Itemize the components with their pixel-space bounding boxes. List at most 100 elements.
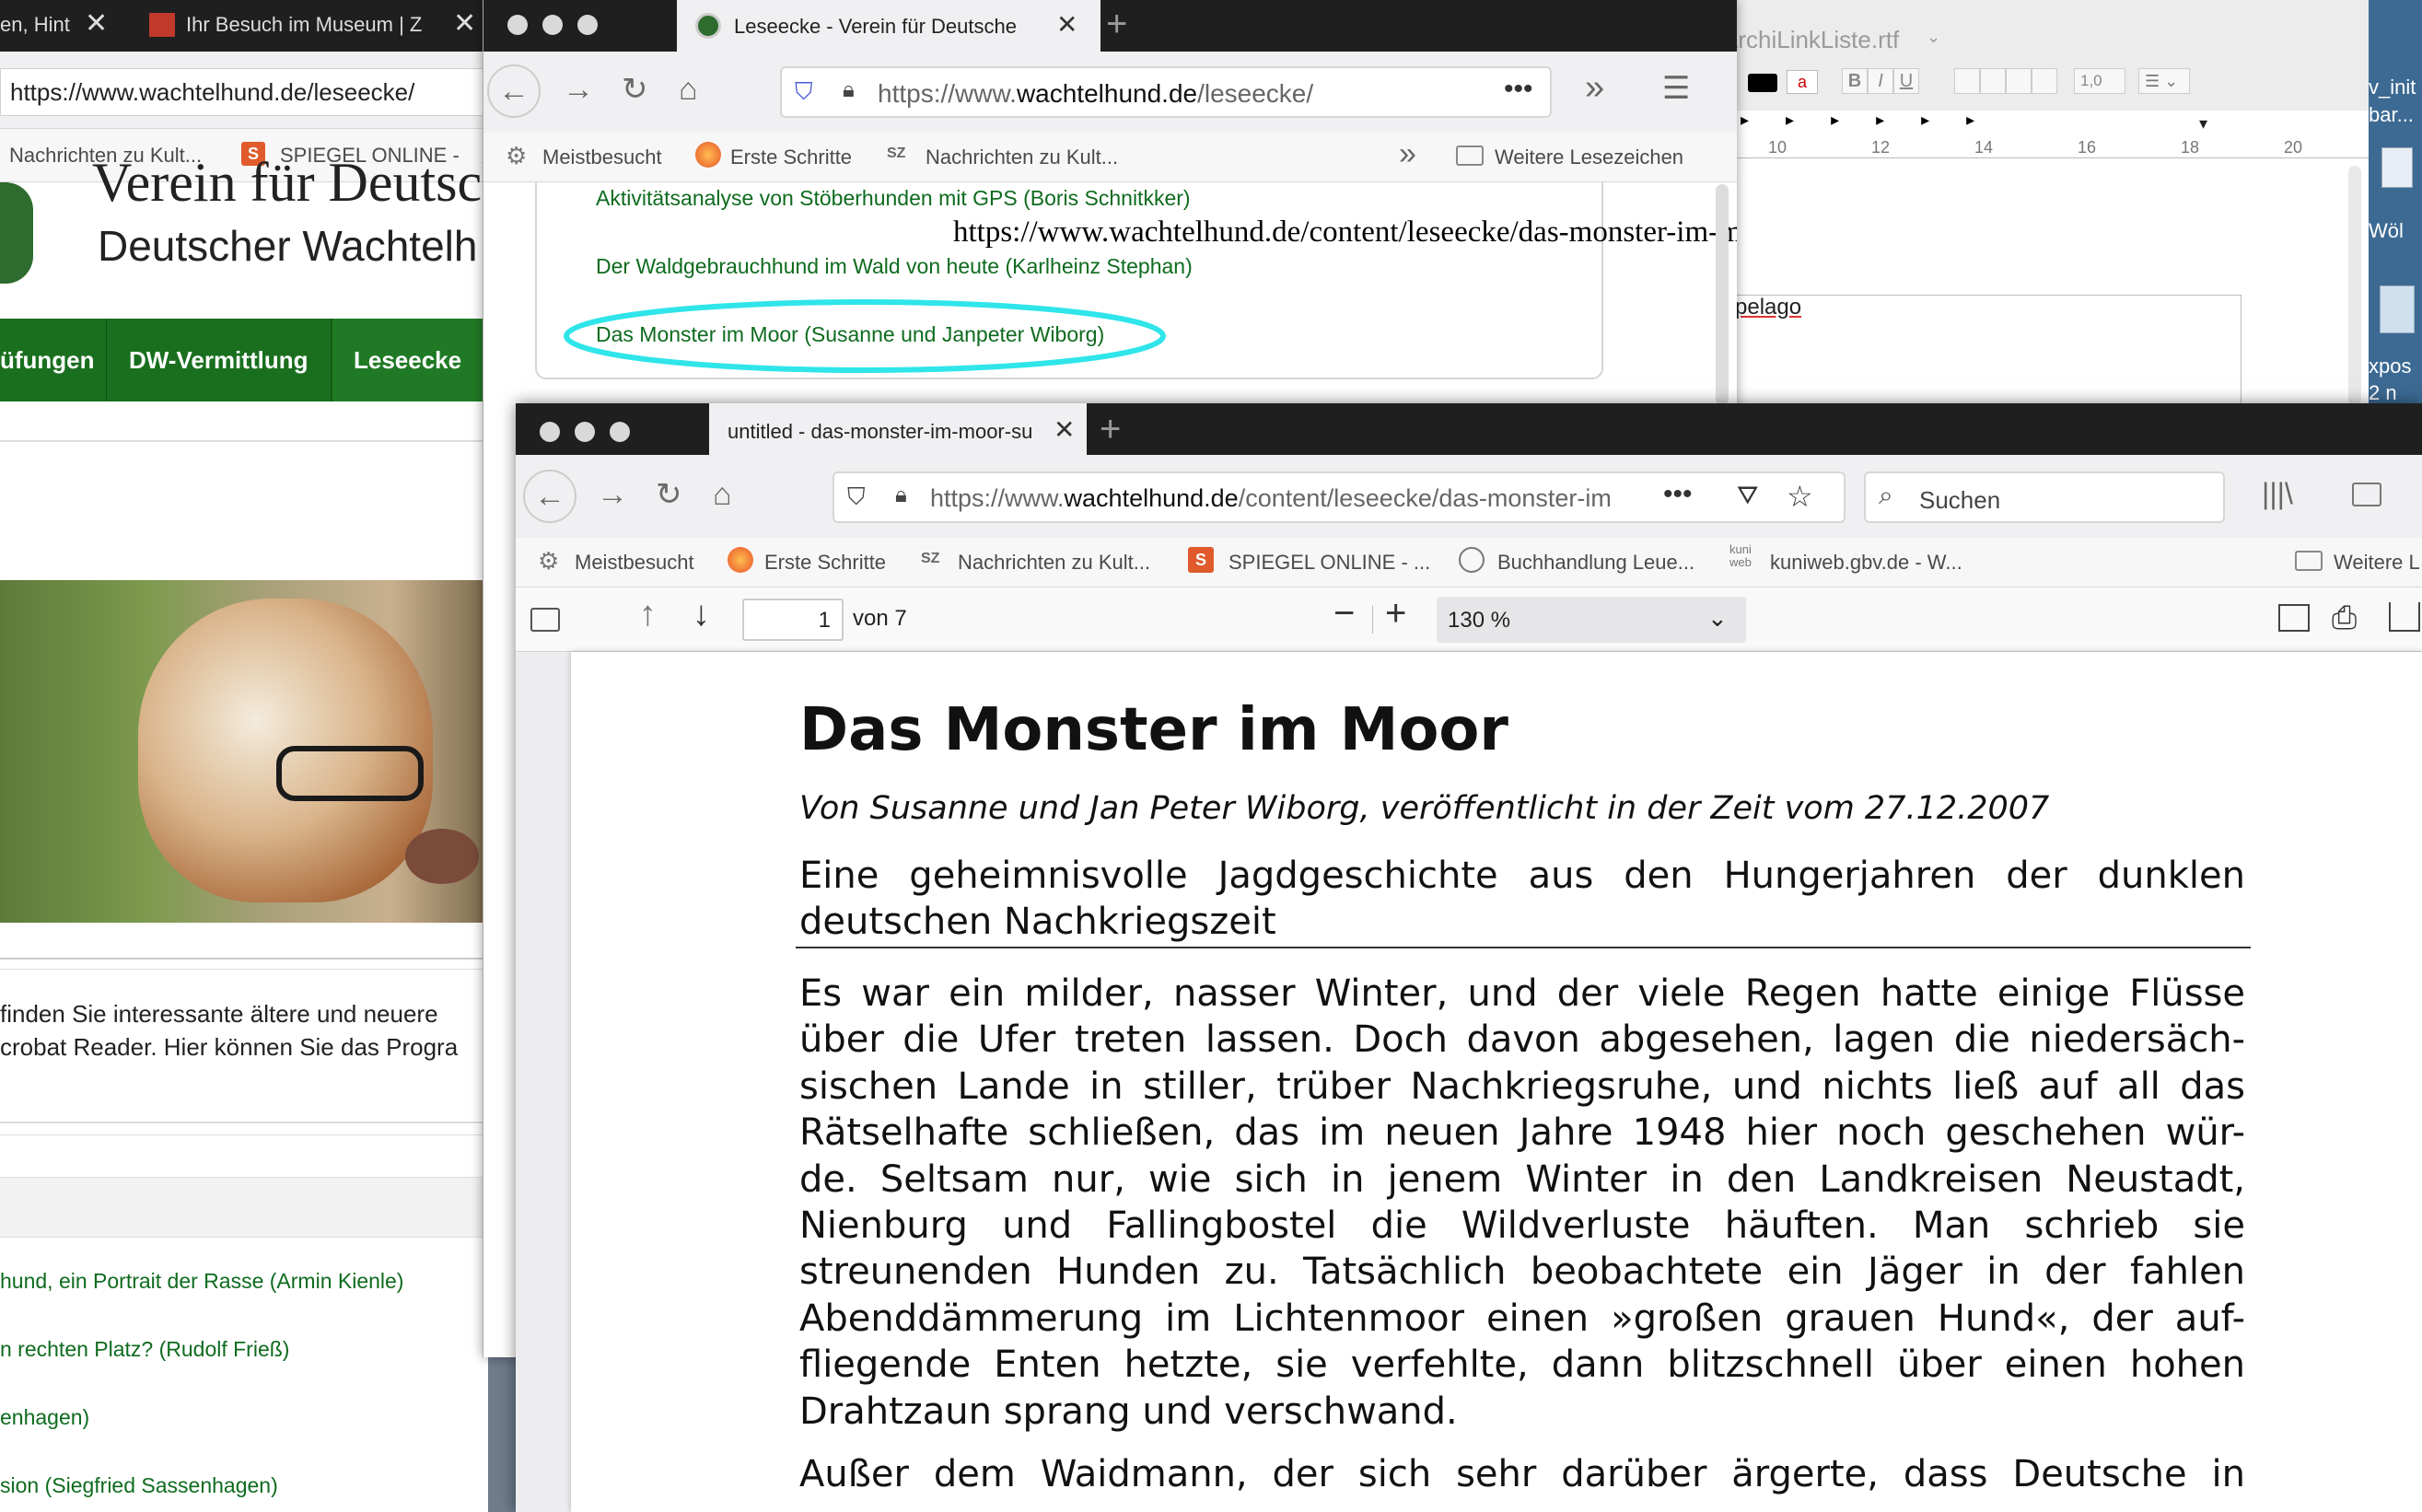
bookmark-item[interactable]: kuniweb.gbv.de - W... <box>1770 551 1962 575</box>
lock-icon[interactable]: 🔒︎ <box>895 483 907 508</box>
bookmark-folder[interactable]: Weitere Lesezeichen <box>1495 145 1683 169</box>
page-number-input[interactable]: 1 <box>742 599 844 641</box>
desktop-label[interactable]: 2 n <box>2369 381 2397 405</box>
pocket-icon[interactable]: ⛛ <box>1737 481 1759 511</box>
justify-button[interactable] <box>2032 68 2057 94</box>
desktop-file-icon[interactable] <box>2380 285 2415 333</box>
desktop-strip: v_init bar... Wöl xpos 2 n <box>2367 0 2422 405</box>
italic-button[interactable]: I <box>1868 68 1893 94</box>
url-bar[interactable]: ⛉ 🔒︎ https://www.wachtelhund.de/content/… <box>833 471 1846 523</box>
previous-page-icon[interactable]: ↑ <box>639 595 657 634</box>
sidebar-toggle-icon[interactable] <box>2352 483 2381 506</box>
zoom-select[interactable]: 130 % ⌄ <box>1437 597 1746 643</box>
article-link[interactable]: Der Waldgebrauchhund im Wald von heute (… <box>596 254 1193 279</box>
underline-button[interactable]: U <box>1893 68 1919 94</box>
home-icon[interactable]: ⌂ <box>679 74 698 105</box>
article-link[interactable]: sion (Siegfried Sassenhagen) <box>0 1473 278 1498</box>
vertical-scrollbar[interactable] <box>2348 166 2361 405</box>
line-spacing-select[interactable]: 1,0 <box>2074 68 2125 94</box>
ruler: 10 12 14 16 18 20 ▸▸▸▸▸▸ ▾ <box>1713 110 2369 158</box>
shield-icon[interactable]: ⛉ <box>847 483 866 512</box>
close-icon[interactable]: ✕ <box>453 7 476 40</box>
shield-icon[interactable]: ⛉ <box>795 77 813 107</box>
close-icon[interactable]: ✕ <box>1056 9 1077 40</box>
sidebar-toggle-icon[interactable] <box>530 608 560 632</box>
overflow-chevron-icon[interactable]: » <box>1585 68 1604 108</box>
reload-button[interactable]: ↻ <box>656 479 682 510</box>
align-right-button[interactable] <box>2006 68 2032 94</box>
url-bar[interactable]: ⛉ 🔒︎ https://www.wachtelhund.de/leseecke… <box>780 66 1552 118</box>
article-link[interactable]: enhagen) <box>0 1405 89 1430</box>
nav-label: üfungen <box>0 346 95 374</box>
vertical-scrollbar[interactable] <box>1716 184 1729 405</box>
download-icon[interactable] <box>2389 602 2420 632</box>
desktop-label[interactable]: v_init <box>2369 76 2416 99</box>
highlight-color-icon[interactable]: a <box>1787 70 1818 94</box>
bookmark-folder[interactable]: Weitere L <box>2334 551 2420 575</box>
bookmark-item[interactable]: Nachrichten zu Kult... <box>926 145 1118 169</box>
bookmark-star-icon[interactable]: ☆ <box>1787 479 1813 514</box>
desktop-label[interactable]: bar... <box>2369 103 2414 127</box>
forward-button[interactable]: → <box>563 74 594 105</box>
zoom-out-button[interactable]: − <box>1333 593 1355 634</box>
library-icon[interactable]: |||\ <box>2262 477 2293 511</box>
new-tab-icon[interactable]: + <box>1100 409 1121 450</box>
presentation-mode-icon[interactable] <box>2278 604 2310 632</box>
bookmark-item[interactable]: SPIEGEL ONLINE - ... <box>1228 551 1430 575</box>
new-tab-icon[interactable]: + <box>1106 4 1127 45</box>
reload-button[interactable]: ↻ <box>622 74 648 105</box>
nav-item-active[interactable]: Leseecke <box>333 319 488 401</box>
close-icon[interactable]: ✕ <box>1054 414 1075 445</box>
chevron-right-icon[interactable]: » <box>1399 136 1416 172</box>
page-actions-icon[interactable]: ••• <box>1663 479 1693 510</box>
align-center-button[interactable] <box>1980 68 2006 94</box>
tab-stop-markers[interactable]: ▸▸▸▸▸▸ <box>1741 110 2011 130</box>
bookmark-item[interactable]: Buchhandlung Leue... <box>1497 551 1694 575</box>
align-left-button[interactable] <box>1954 68 1980 94</box>
bookmark-item[interactable]: Erste Schritte <box>764 551 886 575</box>
close-icon[interactable]: ✕ <box>85 7 108 40</box>
left-url-field[interactable]: https://www.wachtelhund.de/leseecke/ <box>0 68 488 116</box>
body-line: Es war ein milder, nasser Winter, und de… <box>799 972 2245 1015</box>
menu-icon[interactable]: ☰ <box>1662 70 1690 107</box>
text-table-cell[interactable] <box>1735 295 2242 405</box>
bookmark-item[interactable]: Meistbesucht <box>542 145 662 169</box>
bookmark-item[interactable]: Erste Schritte <box>730 145 852 169</box>
bold-button[interactable]: B <box>1842 68 1868 94</box>
next-page-icon[interactable]: ↓ <box>693 595 710 634</box>
bookmark-item[interactable]: Nachrichten zu Kult... <box>958 551 1150 575</box>
bookmark-item[interactable]: Meistbesucht <box>575 551 694 575</box>
right-margin-marker[interactable]: ▾ <box>2199 114 2207 134</box>
separator <box>0 1134 488 1135</box>
search-box[interactable]: ⌕ Suchen <box>1864 471 2225 523</box>
article-link[interactable]: n rechten Platz? (Rudolf Frieß) <box>0 1337 289 1362</box>
desktop-label[interactable]: xpos <box>2369 355 2411 378</box>
tab-active[interactable]: untitled - das-monster-im-moor-su ✕ <box>709 403 1087 455</box>
page-number: 1 <box>818 608 831 633</box>
url-text: https://www.wachtelhund.de/leseecke/ <box>878 79 1313 109</box>
body-line: de. Seltsam nur, wie sich in jenem Winte… <box>799 1157 2245 1201</box>
forward-button[interactable]: → <box>597 479 628 510</box>
print-icon[interactable]: ⎙ <box>2332 600 2357 636</box>
link-url-tooltip: https://www.wachtelhund.de/content/lesee… <box>953 215 1737 249</box>
tab-active[interactable]: Leseecke - Verein für Deutsche ✕ <box>677 0 1100 52</box>
back-button[interactable]: ← <box>523 470 576 523</box>
tab[interactable]: Ihr Besuch im Museum | Z ✕ <box>138 0 488 52</box>
document-text[interactable]: pelago <box>1735 295 1801 320</box>
home-icon[interactable]: ⌂ <box>713 479 732 510</box>
chevron-down-icon[interactable]: ⌄ <box>1927 28 1940 47</box>
zoom-in-button[interactable]: + <box>1385 593 1406 634</box>
nav-item[interactable]: DW-Vermittlung <box>109 319 332 401</box>
desktop-file-icon[interactable] <box>2381 147 2413 188</box>
tab[interactable]: en, Hint ✕ <box>0 0 129 52</box>
text-color-swatch[interactable] <box>1748 74 1777 92</box>
list-style-select[interactable]: ☰ ⌄ <box>2138 68 2190 94</box>
lock-icon[interactable]: 🔒︎ <box>843 77 855 103</box>
nav-item[interactable]: üfungen <box>0 319 107 401</box>
back-button[interactable]: ← <box>487 64 541 118</box>
page-actions-icon[interactable]: ••• <box>1504 74 1533 105</box>
desktop-label[interactable]: Wöl <box>2369 219 2404 243</box>
article-link[interactable]: Aktivitätsanalyse von Stöberhunden mit G… <box>596 186 1191 211</box>
body-line: streunenden Hunden zu. Tatsächlich beoba… <box>799 1250 2245 1294</box>
article-link[interactable]: hund, ein Portrait der Rasse (Armin Kien… <box>0 1269 403 1294</box>
